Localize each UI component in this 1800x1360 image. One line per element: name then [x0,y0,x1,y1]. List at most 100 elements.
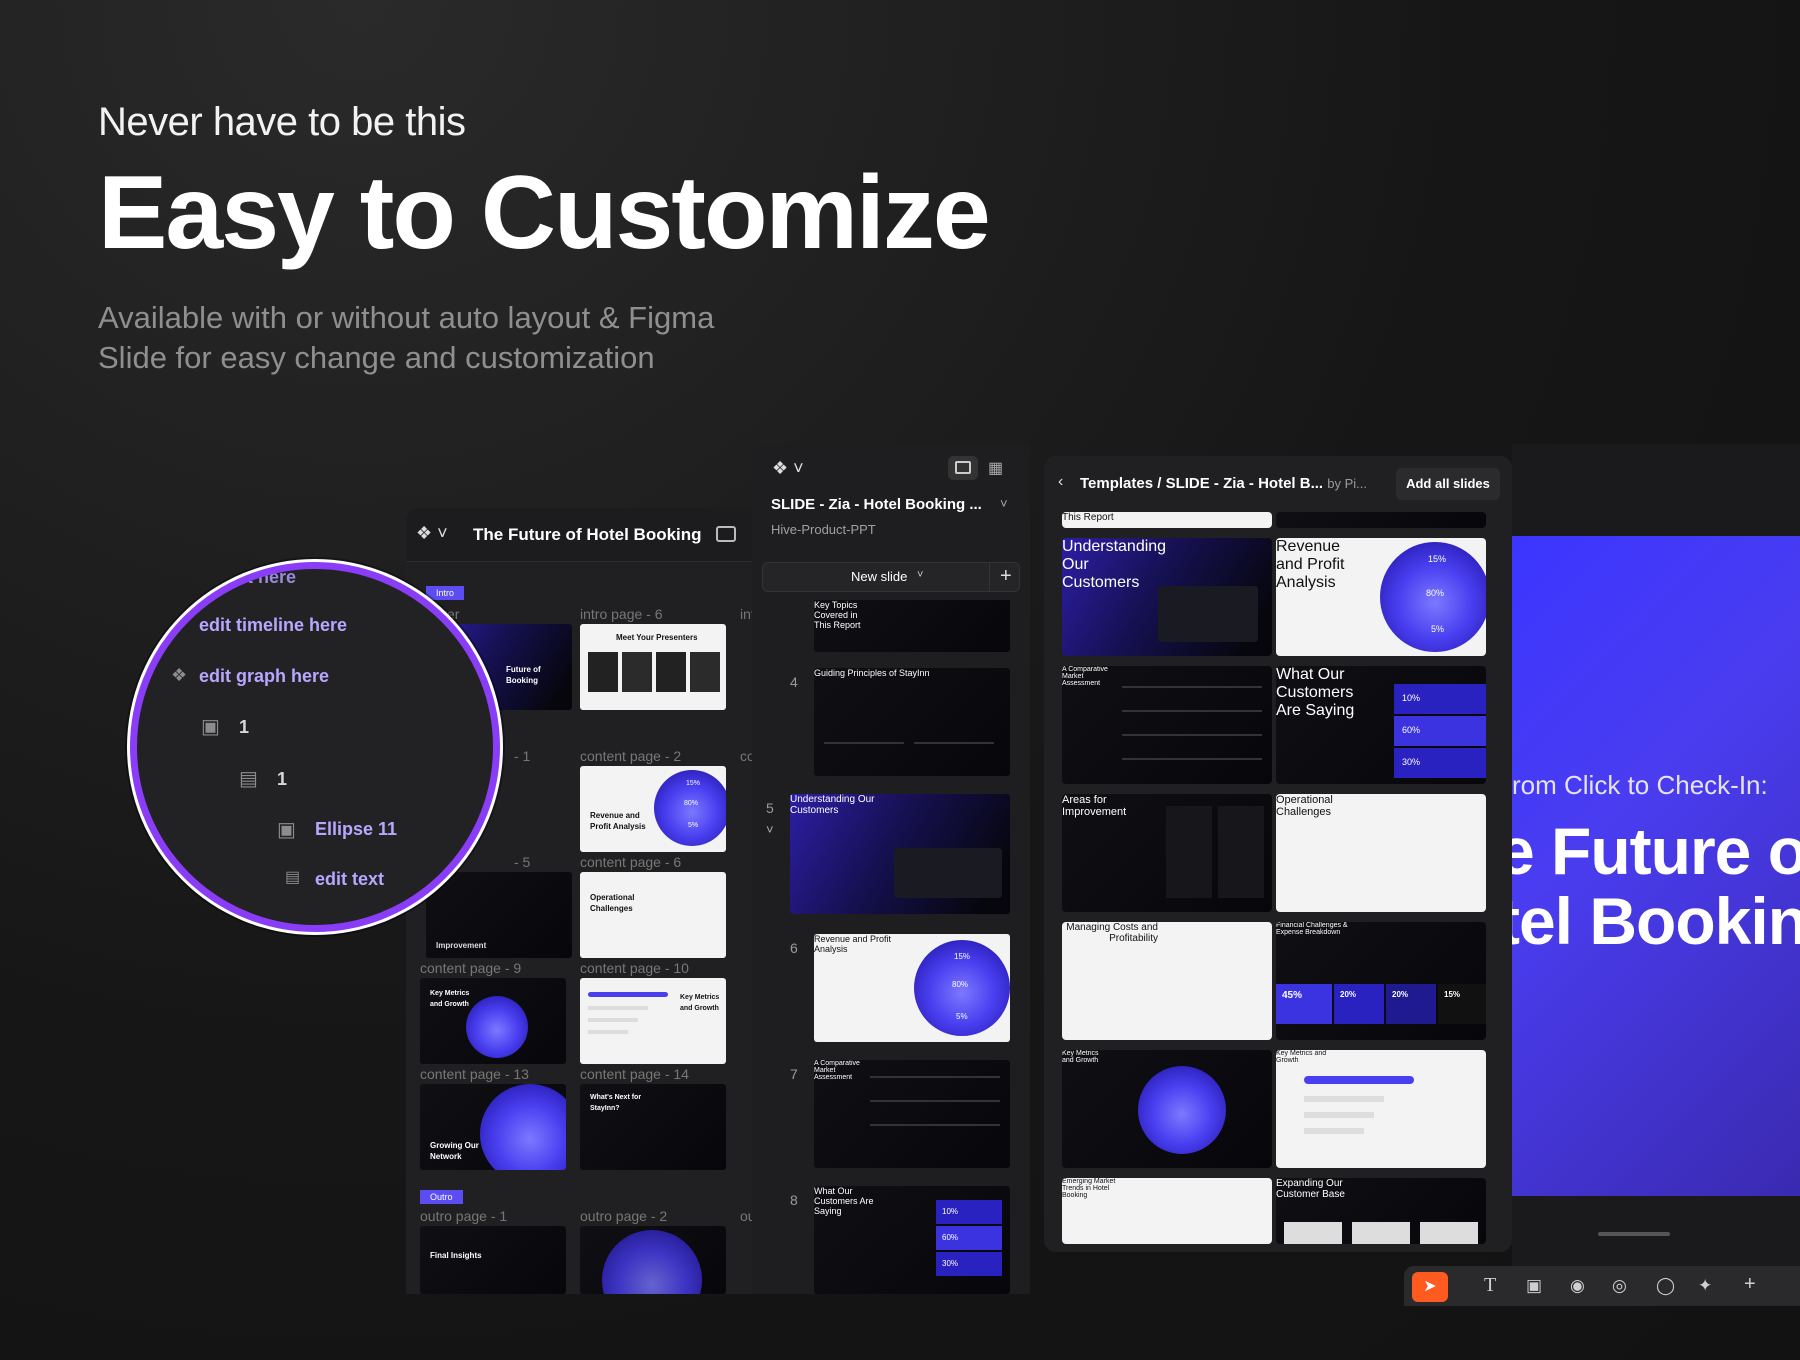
left-panel-header: ❖ ˅ The Future of Hotel Booking [406,508,752,562]
plugin-tool-icon[interactable]: ✦ [1698,1276,1712,1296]
frame-thumb-operational[interactable]: Operational Challenges [580,872,726,958]
slide-thumb[interactable]: What Our Customers Are Saying 10% 60% 30… [814,1186,1010,1294]
template-thumb[interactable]: A Comparative Market Assessment [1062,666,1272,784]
layer-item-frame-nested[interactable]: 1 [277,769,287,790]
template-thumb[interactable]: Understanding Our Customers [1062,538,1272,656]
template-thumb[interactable]: Managing Costs and Profitability [1062,922,1272,1040]
template-thumb[interactable]: Financial Challenges & Expense Breakdown… [1276,922,1486,1040]
comment-tool-icon[interactable]: ◯ [1656,1276,1675,1296]
add-all-slides-button[interactable]: Add all slides [1396,468,1500,500]
frame-label: content page - 10 [580,960,689,976]
layer-item-frame[interactable]: 1 [239,717,249,738]
figma-menu-icon[interactable]: ❖ ˅ [416,523,448,544]
file-name[interactable]: SLIDE - Zia - Hotel Booking ... [771,496,982,513]
chevron-down-icon: ˅ [917,569,924,581]
frame-thumb-final[interactable]: Final Insights [420,1226,566,1294]
frame-thumb-key-metrics[interactable]: Key Metrics and Growth [420,978,566,1064]
template-thumb[interactable]: Areas for Improvement [1062,794,1272,912]
template-thumb[interactable]: Revenue and Profit Analysis 15% 80% 5% [1276,538,1486,656]
left-frames-panel: ❖ ˅ The Future of Hotel Booking Intro ve… [406,508,752,1294]
layer-item-text[interactable]: edit text [315,869,384,890]
slide-canvas: rom Click to Check-In: e Future o tel Bo… [1512,444,1800,1294]
text-layer-icon: ▤ [285,869,301,886]
chart-orb [466,996,528,1058]
add-slide-icon[interactable]: + [1000,565,1012,588]
cover-title: e Future o tel Bookin [1512,814,1800,958]
left-panel-title: The Future of Hotel Booking [473,525,702,544]
grid-view-icon[interactable]: ▦ [988,458,1003,478]
image-tool-icon[interactable]: ▣ [1526,1276,1542,1296]
slide-thumb-selected[interactable]: Understanding Our Customers [790,794,1010,914]
frame-thumb-whats-next[interactable]: What's Next for StayInn? [580,1084,726,1170]
layer-item-ellipse[interactable]: Ellipse 11 [315,819,397,840]
chart-orb [602,1230,702,1294]
frame-thumb-improvement[interactable]: Improvement [426,872,572,958]
template-thumb[interactable]: Operational Challenges [1276,794,1486,912]
frame-label: outro page - 1 [420,1208,508,1224]
shape-tool-icon[interactable]: ◉ [1570,1276,1585,1296]
layers-magnifier: t here edit timeline here ❖ edit graph h… [130,562,500,932]
frame-thumb-presenters[interactable]: Meet Your Presenters [580,624,726,710]
template-thumb[interactable]: This Report [1062,512,1272,528]
text-tool-icon[interactable]: T [1484,1274,1496,1297]
templates-header: ‹ Templates / SLIDE - Zia - Hotel B... b… [1044,456,1512,512]
templates-breadcrumb[interactable]: Templates / SLIDE - Zia - Hotel B... by … [1080,475,1367,492]
chevron-down-icon[interactable]: ˅ [1000,496,1008,511]
frame-icon: ▣ [201,716,220,738]
frame-label: content page - 13 [420,1066,529,1082]
cursor-tool-icon[interactable]: ➤ [1412,1272,1448,1302]
auto-layout-icon: ▤ [239,768,258,790]
template-thumb[interactable]: Expanding Our Customer Base [1276,1178,1486,1244]
hero-subtitle: Available with or without auto layout & … [98,300,715,376]
add-tool-icon[interactable]: + [1744,1273,1756,1296]
frame-label: co [740,748,752,764]
template-thumb[interactable]: Key Metrics and Growth [1062,1050,1272,1168]
single-view-icon[interactable] [948,456,978,480]
slide-number: 7 [790,1066,798,1082]
slides-list-panel: ❖ ˅ ▦ SLIDE - Zia - Hotel Booking ... ˅ … [752,444,1030,1294]
template-thumb[interactable]: What Our Customers Are Saying 10% 60% 30… [1276,666,1486,784]
frame-label: intro page - 6 [580,606,663,622]
slide-number: 5 [766,800,774,816]
chevron-down-icon[interactable]: ˅ [766,822,774,837]
frame-label: content page - 14 [580,1066,689,1082]
chart-orb [480,1084,566,1170]
slide-thumb[interactable]: Revenue and Profit Analysis 15% 80% 5% [814,934,1010,1042]
section-tag-intro[interactable]: Intro [426,586,465,600]
slide-thumb[interactable]: A Comparative Market Assessment [814,1060,1010,1168]
scrollbar[interactable] [1598,1232,1670,1236]
frame-label: ou [740,1208,752,1224]
new-slide-button[interactable]: New slide ˅ + [762,562,1020,592]
figma-menu-icon[interactable]: ❖ ˅ [772,458,804,479]
template-thumb[interactable]: Emerging Market Trends in Hotel Booking [1062,1178,1272,1244]
frame-thumb-outro2[interactable] [580,1226,726,1294]
slide-thumb[interactable]: Guiding Principles of StayInn [814,668,1010,776]
layer-item-timeline[interactable]: edit timeline here [199,615,347,636]
chart-orb [1138,1066,1226,1154]
hero-headline: Easy to Customize [98,155,991,271]
template-thumb[interactable]: Key Metrics and Growth [1276,1050,1486,1168]
cover-slide[interactable]: rom Click to Check-In: e Future o tel Bo… [1512,536,1800,1196]
component-icon: ❖ [171,665,188,685]
slide-thumb[interactable]: Key Topics Covered in This Report [814,600,1010,652]
cover-kicker: rom Click to Check-In: [1512,770,1768,800]
layer-item[interactable]: t here [247,569,296,588]
frame-label: content page - 9 [420,960,522,976]
layer-item-graph[interactable]: edit graph here [199,666,329,687]
frame-label: content page - 6 [580,854,682,870]
media-tool-icon[interactable]: ◎ [1612,1276,1627,1296]
frame-label: int [740,606,752,622]
panel-toggle-icon[interactable] [716,526,736,542]
back-chevron-icon[interactable]: ‹ [1058,473,1063,491]
template-thumb[interactable] [1276,512,1486,528]
bottom-toolbar: ➤ T ▣ ◉ ◎ ◯ ✦ + [1404,1266,1800,1306]
frame-thumb-revenue[interactable]: Revenue and Profit Analysis 15% 80% 5% [580,766,726,852]
frame-thumb-growing[interactable]: Growing Our Network [420,1084,566,1170]
hero: Never have to be this Easy to Customize … [98,100,1198,378]
slide-number: 4 [790,674,798,690]
project-name: Hive-Product-PPT [771,522,876,537]
frame-label: - 1 [514,748,531,764]
section-tag-outro[interactable]: Outro [420,1190,463,1204]
frame-thumb-key-metrics-bars[interactable]: Key Metrics and Growth [580,978,726,1064]
slide-number: 6 [790,940,798,956]
